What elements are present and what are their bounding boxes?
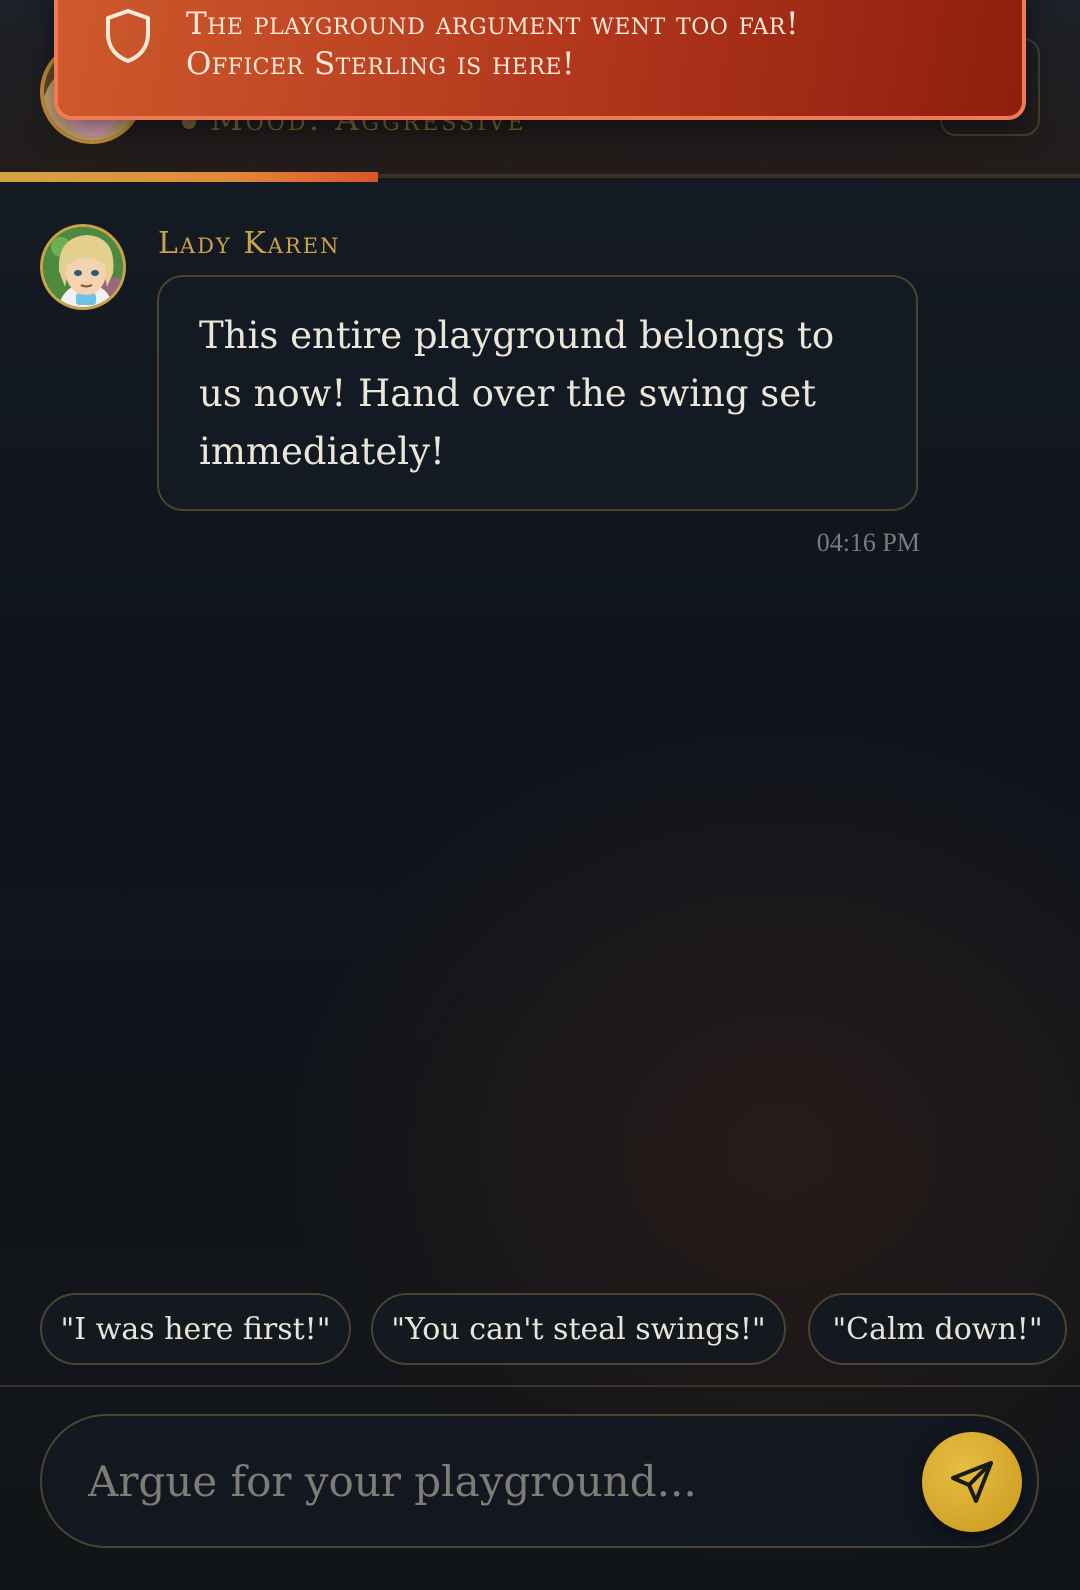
chat-screen: Mood: Aggressive The playground argument… <box>0 0 1080 1590</box>
avatar-portrait <box>43 227 123 307</box>
composer-divider <box>0 1385 1080 1387</box>
message-bubble: This entire playground belongs to us now… <box>157 275 918 511</box>
message-input[interactable] <box>88 1444 888 1518</box>
alert-toast: The playground argument went too far! Of… <box>54 0 1026 120</box>
shield-icon <box>106 9 150 63</box>
toast-line-2: Officer Sterling is here! <box>186 46 575 82</box>
toast-line-1: The playground argument went too far! <box>186 6 799 42</box>
lady-karen-avatar[interactable] <box>40 224 126 310</box>
quick-reply-2[interactable]: "You can't steal swings!" <box>371 1293 786 1365</box>
argument-progress-fill <box>0 172 378 182</box>
quick-reply-3[interactable]: "Calm down!" <box>808 1293 1067 1365</box>
send-button[interactable] <box>922 1432 1022 1532</box>
message-text: This entire playground belongs to us now… <box>199 314 835 473</box>
message-author: Lady Karen <box>158 226 341 261</box>
send-icon <box>951 1461 993 1503</box>
message-composer <box>40 1414 1039 1548</box>
quick-reply-1[interactable]: "I was here first!" <box>40 1293 351 1365</box>
message-timestamp: 04:16 PM <box>816 528 920 557</box>
